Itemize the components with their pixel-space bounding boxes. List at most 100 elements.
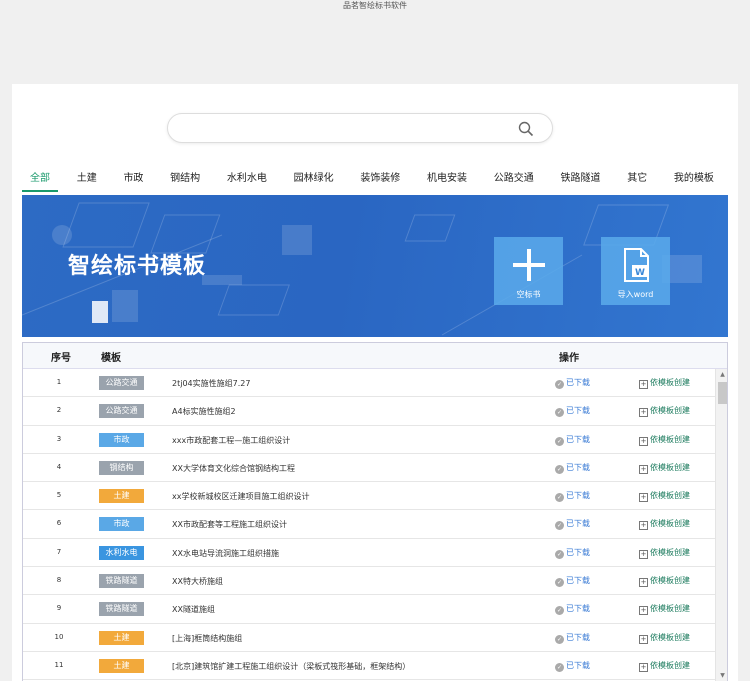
create-from-template-button[interactable]: + 依模板创建 — [639, 518, 690, 531]
download-label: 已下载 — [566, 576, 590, 586]
create-from-template-button[interactable]: + 依模板创建 — [639, 377, 690, 389]
check-circle-icon: ✓ — [555, 464, 564, 474]
category-tabs: 全部 土建 市政 钢结构 水利水电 园林绿化 装饰装修 机电安装 公路交通 铁路隧道 其它 我的模板 — [22, 170, 722, 192]
download-status[interactable]: ✓ 已下载 — [555, 518, 590, 531]
download-label: 已下载 — [566, 491, 590, 501]
table-row[interactable]: 7 水利水电 XX水电站导流洞施工组织措施 ✓ 已下载 + 依模板创建 — [23, 539, 715, 568]
create-plus-icon: + — [639, 464, 648, 474]
table-scrollbar[interactable]: ▲ ▼ — [715, 369, 727, 681]
download-status[interactable]: ✓ 已下载 — [555, 632, 590, 644]
download-status[interactable]: ✓ 已下载 — [555, 660, 590, 672]
table-row[interactable]: 11 土建 [北京]建筑馆扩建工程施工组织设计（梁板式筏形基础，框架结构） ✓ 已下载 +… — [23, 652, 715, 681]
svg-text:W: W — [635, 268, 645, 278]
template-name[interactable]: XX大学体育文化综合馆钢结构工程 — [172, 463, 295, 474]
row-index: 9 — [56, 604, 62, 613]
table-body: 1 公路交通 2tj04实施性施组7.27 ✓ 已下载 + 依模板创建 2 公路交通 A4标实施性… — [23, 369, 715, 681]
tab-6[interactable]: 装饰装修 — [352, 170, 408, 192]
table-row[interactable]: 3 市政 xxx市政配套工程—施工组织设计 ✓ 已下载 + 依模板创建 — [23, 426, 715, 454]
create-plus-icon: + — [639, 493, 648, 503]
category-badge: 土建 — [99, 630, 144, 645]
template-table: 序号 模板 操作 1 公路交通 2tj04实施性施组7.27 ✓ 已下载 + 依模板创建 2 公… — [22, 342, 728, 681]
table-row[interactable]: 6 市政 XX市政配套等工程施工组织设计 ✓ 已下载 + 依模板创建 — [23, 510, 715, 539]
category-badge: 铁路隧道 — [99, 602, 144, 617]
template-name[interactable]: [上海]框筒结构施组 — [172, 633, 242, 644]
create-from-template-button[interactable]: + 依模板创建 — [639, 575, 690, 588]
download-status[interactable]: ✓ 已下载 — [555, 575, 590, 588]
table-row[interactable]: 1 公路交通 2tj04实施性施组7.27 ✓ 已下载 + 依模板创建 — [23, 369, 715, 398]
blank-document-button[interactable]: 空标书 — [494, 237, 563, 305]
template-name[interactable]: XX市政配套等工程施工组织设计 — [172, 519, 287, 530]
check-circle-icon: ✓ — [555, 578, 564, 588]
scroll-up-icon[interactable]: ▲ — [716, 369, 727, 381]
create-plus-icon: + — [639, 436, 648, 446]
template-name[interactable]: xxx市政配套工程—施工组织设计 — [172, 435, 290, 446]
create-label: 依模板创建 — [650, 378, 690, 387]
table-row[interactable]: 4 钢结构 XX大学体育文化综合馆钢结构工程 ✓ 已下载 + 依模板创建 — [23, 454, 715, 483]
template-name[interactable]: XX隧道施组 — [172, 604, 215, 615]
tab-7[interactable]: 机电安装 — [419, 170, 475, 192]
template-name[interactable]: A4标实施性施组2 — [172, 406, 236, 417]
download-status[interactable]: ✓ 已下载 — [555, 377, 590, 389]
create-from-template-button[interactable]: + 依模板创建 — [639, 490, 690, 503]
download-status[interactable]: ✓ 已下载 — [555, 547, 590, 559]
row-index: 1 — [56, 378, 62, 386]
table-row[interactable]: 5 土建 xx学校新城校区迁建项目施工组织设计 ✓ 已下载 + 依模板创建 — [23, 482, 715, 511]
tab-2[interactable]: 市政 — [115, 170, 151, 192]
template-name[interactable]: XX特大桥施组 — [172, 576, 223, 587]
check-circle-icon: ✓ — [555, 634, 564, 644]
tab-1[interactable]: 土建 — [69, 170, 105, 192]
download-label: 已下载 — [566, 660, 590, 670]
template-name[interactable]: [北京]建筑馆扩建工程施工组织设计（梁板式筏形基础，框架结构） — [172, 661, 410, 672]
table-row[interactable]: 8 铁路隧道 XX特大桥施组 ✓ 已下载 + 依模板创建 — [23, 567, 715, 596]
table-row[interactable]: 2 公路交通 A4标实施性施组2 ✓ 已下载 + 依模板创建 — [23, 397, 715, 426]
main-panel: 全部 土建 市政 钢结构 水利水电 园林绿化 装饰装修 机电安装 公路交通 铁路隧道 其它 我的模板 — [12, 84, 738, 681]
create-plus-icon: + — [639, 578, 648, 588]
tab-3[interactable]: 钢结构 — [162, 170, 208, 192]
download-status[interactable]: ✓ 已下载 — [555, 434, 590, 446]
tab-5[interactable]: 园林绿化 — [286, 170, 342, 192]
template-banner: 智绘标书模板 空标书 W 导入word — [22, 195, 728, 337]
search-icon[interactable] — [518, 121, 534, 137]
import-word-button[interactable]: W 导入word — [601, 237, 670, 305]
template-name[interactable]: XX水电站导流洞施工组织措施 — [172, 548, 279, 559]
category-badge: 土建 — [99, 658, 144, 673]
download-status[interactable]: ✓ 已下载 — [555, 405, 590, 418]
create-from-template-button[interactable]: + 依模板创建 — [639, 462, 690, 474]
create-from-template-button[interactable]: + 依模板创建 — [639, 405, 690, 418]
category-badge: 公路交通 — [99, 376, 144, 390]
download-status[interactable]: ✓ 已下载 — [555, 603, 590, 616]
tab-9[interactable]: 铁路隧道 — [552, 170, 608, 192]
scroll-down-icon[interactable]: ▼ — [716, 670, 727, 681]
scroll-thumb[interactable] — [718, 382, 727, 404]
download-status[interactable]: ✓ 已下载 — [555, 462, 590, 474]
tab-4[interactable]: 水利水电 — [219, 170, 275, 192]
table-row[interactable]: 9 铁路隧道 XX隧道施组 ✓ 已下载 + 依模板创建 — [23, 595, 715, 624]
create-from-template-button[interactable]: + 依模板创建 — [639, 660, 690, 672]
create-from-template-button[interactable]: + 依模板创建 — [639, 632, 690, 644]
create-plus-icon: + — [639, 606, 648, 616]
search-box[interactable] — [167, 113, 553, 143]
create-from-template-button[interactable]: + 依模板创建 — [639, 434, 690, 446]
download-status[interactable]: ✓ 已下载 — [555, 490, 590, 503]
category-badge: 水利水电 — [99, 545, 144, 560]
create-label: 依模板创建 — [650, 406, 690, 416]
check-circle-icon: ✓ — [555, 493, 564, 503]
create-label: 依模板创建 — [650, 519, 690, 529]
template-name[interactable]: 2tj04实施性施组7.27 — [172, 378, 250, 389]
template-name[interactable]: xx学校新城校区迁建项目施工组织设计 — [172, 491, 309, 502]
create-from-template-button[interactable]: + 依模板创建 — [639, 603, 690, 616]
create-label: 依模板创建 — [650, 462, 690, 472]
table-row[interactable]: 10 土建 [上海]框筒结构施组 ✓ 已下载 + 依模板创建 — [23, 624, 715, 652]
create-label: 依模板创建 — [650, 491, 690, 501]
tab-10[interactable]: 其它 — [619, 170, 655, 192]
row-index: 4 — [56, 462, 62, 471]
tab-0[interactable]: 全部 — [22, 170, 58, 192]
create-label: 依模板创建 — [650, 660, 690, 670]
tab-8[interactable]: 公路交通 — [486, 170, 542, 192]
download-label: 已下载 — [566, 378, 590, 387]
create-plus-icon: + — [639, 380, 648, 389]
category-badge: 铁路隧道 — [99, 574, 144, 589]
search-input[interactable] — [182, 119, 502, 139]
create-from-template-button[interactable]: + 依模板创建 — [639, 547, 690, 559]
tab-11[interactable]: 我的模板 — [666, 170, 722, 192]
